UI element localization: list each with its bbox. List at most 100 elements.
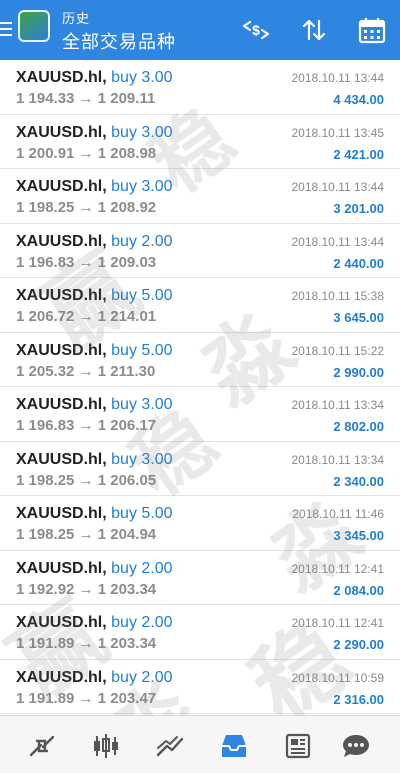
- nav-news[interactable]: [280, 730, 316, 762]
- trade-time: 2018.10.11 13:44: [291, 234, 384, 249]
- trade-title: XAUUSD.hl, buy 2.00: [16, 233, 173, 251]
- trade-row[interactable]: XAUUSD.hl, buy 3.00 1 194.33 → 1 209.11 20…: [0, 60, 400, 115]
- trade-time: 2018.10.11 10:59: [291, 670, 384, 685]
- trade-profit: 2 340.00: [333, 473, 384, 489]
- arrow-right-icon: →: [78, 362, 94, 380]
- trade-prices: 1 198.25 → 1 204.94: [16, 526, 156, 543]
- trade-time: 2018.10.11 13:44: [291, 71, 384, 85]
- trade-direction: buy 5.00: [111, 505, 173, 522]
- trade-symbol: XAUUSD.hl: [16, 450, 103, 468]
- trade-row[interactable]: XAUUSD.hl, buy 5.00 1 198.25 → 1 204.94 20…: [0, 496, 400, 551]
- trade-symbol: XAUUSD.hl: [16, 178, 103, 195]
- trade-prices: 1 198.25 → 1 206.05: [16, 472, 156, 489]
- close-price: 1 209.03: [97, 253, 157, 271]
- trade-row[interactable]: XAUUSD.hl, buy 5.00 1 206.72 → 1 214.01 20…: [0, 278, 400, 333]
- trade-title: XAUUSD.hl, buy 2.00: [16, 560, 173, 578]
- trade-title: XAUUSD.hl, buy 2.00: [16, 614, 173, 632]
- svg-text:$: $: [252, 22, 260, 38]
- trade-title: XAUUSD.hl, buy 3.00: [16, 178, 173, 196]
- close-price: 1 203.34: [97, 635, 157, 652]
- open-price: 1 191.89: [16, 689, 75, 707]
- currency-sort-button[interactable]: $: [238, 12, 274, 48]
- trade-separator: ,: [102, 287, 107, 304]
- arrow-right-icon: →: [78, 635, 94, 652]
- close-price: 1 209.11: [97, 90, 156, 107]
- trade-profit: 2 290.00: [333, 637, 384, 652]
- page-title: 全部交易品种: [62, 32, 176, 52]
- trade-time: 2018.10.11 15:22: [291, 343, 384, 358]
- trade-title: XAUUSD.hl, buy 3.00: [16, 451, 173, 469]
- open-price: 1 196.83: [16, 253, 75, 271]
- trade-row[interactable]: XAUUSD.hl, buy 2.00 1 192.92 → 1 203.34 20…: [0, 551, 400, 605]
- trade-profit: 2 421.00: [333, 146, 384, 162]
- close-price: 1 204.94: [97, 526, 157, 543]
- open-price: 1 192.92: [16, 580, 75, 598]
- arrow-right-icon: →: [78, 90, 94, 107]
- trade-separator: ,: [102, 69, 107, 86]
- trade-title: XAUUSD.hl, buy 5.00: [16, 342, 173, 360]
- close-price: 1 206.05: [97, 471, 157, 489]
- trade-profit: 3 201.00: [333, 201, 384, 216]
- trade-prices: 1 196.83 → 1 206.17: [16, 417, 156, 434]
- trade-symbol: XAUUSD.hl: [16, 69, 103, 86]
- menu-icon[interactable]: [0, 22, 12, 36]
- arrow-right-icon: →: [78, 471, 94, 489]
- trade-history-list: XAUUSD.hl, buy 3.00 1 194.33 → 1 209.11 20…: [0, 60, 400, 714]
- open-price: 1 198.25: [16, 199, 75, 216]
- trade-time: 2018.10.11 15:38: [291, 289, 384, 303]
- trade-time: 2018.10.11 12:41: [291, 616, 384, 630]
- nav-chat[interactable]: [338, 730, 374, 762]
- trade-time: 2018.10.11 13:34: [291, 398, 384, 412]
- trade-profit: 2 316.00: [333, 691, 384, 707]
- open-price: 1 205.32: [16, 362, 75, 380]
- history-inbox-icon: [222, 735, 246, 757]
- trade-symbol: XAUUSD.hl: [16, 123, 103, 141]
- calendar-icon: [358, 18, 386, 44]
- sort-button[interactable]: [296, 12, 332, 48]
- trade-row[interactable]: XAUUSD.hl, buy 2.00 1 191.89 → 1 203.34 20…: [0, 605, 400, 660]
- trade-prices: 1 196.83 → 1 209.03: [16, 254, 156, 271]
- trade-title: XAUUSD.hl, buy 3.00: [16, 396, 173, 414]
- trade-row[interactable]: XAUUSD.hl, buy 3.00 1 198.25 → 1 206.05 20…: [0, 442, 400, 496]
- open-price: 1 191.89: [16, 635, 75, 652]
- arrow-right-icon: →: [78, 417, 94, 434]
- trade-symbol: XAUUSD.hl: [16, 232, 103, 250]
- trade-title: XAUUSD.hl, buy 3.00: [16, 124, 173, 142]
- trade-separator: ,: [102, 341, 107, 359]
- trade-row[interactable]: XAUUSD.hl, buy 2.00 1 191.89 → 1 203.47 20…: [0, 660, 400, 714]
- news-icon: [285, 733, 311, 759]
- close-price: 1 208.98: [97, 144, 157, 162]
- trade-separator: ,: [102, 614, 107, 631]
- calendar-button[interactable]: [354, 12, 390, 48]
- arrow-right-icon: →: [78, 526, 94, 543]
- trade-direction: buy 2.00: [111, 614, 173, 631]
- nav-history[interactable]: [216, 730, 252, 762]
- trade-row[interactable]: XAUUSD.hl, buy 2.00 1 196.83 → 1 209.03 20…: [0, 224, 400, 278]
- arrow-right-icon: →: [78, 308, 94, 325]
- trade-time: 2018.10.11 13:34: [291, 452, 384, 467]
- arrow-right-icon: →: [78, 689, 94, 707]
- trade-profit: 4 434.00: [333, 92, 384, 107]
- trade-row[interactable]: XAUUSD.hl, buy 5.00 1 205.32 → 1 211.30 20…: [0, 333, 400, 387]
- trade-separator: ,: [102, 178, 107, 195]
- trade-row[interactable]: XAUUSD.hl, buy 3.00 1 196.83 → 1 206.17 20…: [0, 387, 400, 442]
- nav-quotes[interactable]: [24, 730, 60, 762]
- trade-row[interactable]: XAUUSD.hl, buy 3.00 1 198.25 → 1 208.92 20…: [0, 169, 400, 224]
- trade-time: 2018.10.11 11:46: [292, 507, 384, 521]
- trade-separator: ,: [102, 450, 107, 468]
- nav-trade[interactable]: [152, 730, 188, 762]
- trade-separator: ,: [102, 505, 107, 522]
- trade-direction: buy 2.00: [111, 232, 173, 250]
- nav-chart[interactable]: [88, 730, 124, 762]
- trade-symbol: XAUUSD.hl: [16, 614, 103, 631]
- app-header: 历史 全部交易品种 $: [0, 0, 400, 60]
- trade-symbol: XAUUSD.hl: [16, 287, 103, 304]
- trade-prices: 1 191.89 → 1 203.34: [16, 635, 156, 652]
- trade-profit: 2 440.00: [333, 255, 384, 271]
- trade-direction: buy 3.00: [111, 396, 173, 413]
- close-price: 1 203.34: [97, 580, 157, 598]
- open-price: 1 198.25: [16, 526, 75, 543]
- arrow-right-icon: →: [78, 253, 94, 271]
- trade-row[interactable]: XAUUSD.hl, buy 3.00 1 200.91 → 1 208.98 20…: [0, 115, 400, 169]
- arrow-right-icon: →: [78, 199, 94, 216]
